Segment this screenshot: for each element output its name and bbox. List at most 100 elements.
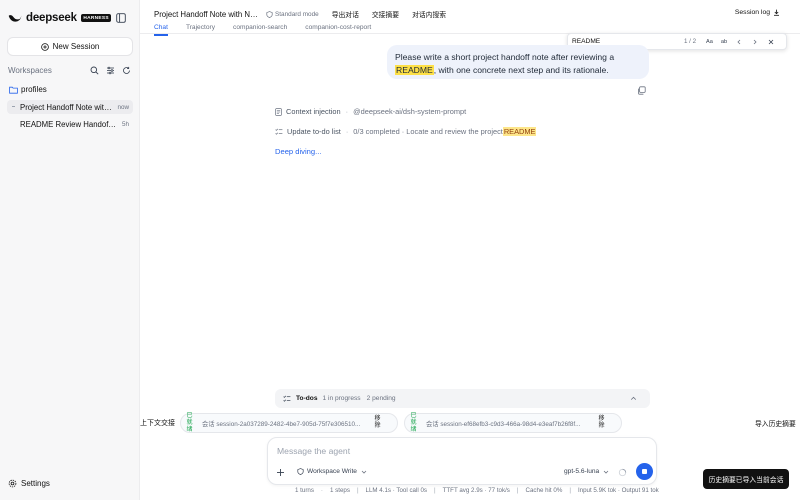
search-highlight: README [395,64,434,75]
model-select[interactable]: gpt-5.6-luna [564,468,609,475]
tool-call-context-injection[interactable]: Context injection · @deepseek-ai/dsh-sys… [275,106,466,117]
search-highlight: README [502,127,537,136]
folder-label: profiles [21,85,47,94]
sidebar-toggle-icon[interactable] [115,12,127,24]
find-input[interactable] [572,38,676,45]
chip-session-name: 会话 session-2a037289-2482-4be7-905d-75f7e… [202,420,361,428]
session-log-label: Session log [734,9,770,16]
session-name: Project Handoff Note with Ne... [20,102,113,112]
session-name: README Review Handoff Note [20,119,118,129]
search-in-chat-link[interactable]: 对话内搜索 [412,9,446,19]
status-bar: 1 turns · 1 steps | LLM 4.1s · Tool call… [295,487,659,494]
chip-status: 已就绪 [410,412,417,433]
chip-remove-button[interactable]: 移除 [597,416,606,431]
stop-button[interactable] [636,463,653,480]
download-icon [773,9,780,16]
plus-icon[interactable] [276,468,285,477]
status-ttft: TTFT avg 2.9s · 77 tok/s [442,487,510,494]
session-time: now [117,103,129,111]
folder-icon [9,86,18,94]
mode-label: Standard mode [275,10,319,18]
shield-icon [266,10,273,18]
tab-bar: Chat Trajectory companion-search compani… [154,24,371,36]
new-session-label: New Session [52,42,100,51]
status-cache: Cache hit 0% [525,487,563,494]
handoff-summary-link[interactable]: 交接摘要 [372,9,399,19]
refresh-icon[interactable] [121,66,131,76]
page-title: Project Handoff Note with Nex... [154,9,260,19]
settings-button[interactable]: Settings [8,479,50,488]
loading-spinner-icon [618,468,627,477]
model-label: gpt-5.6-luna [564,468,600,475]
checklist-icon [283,395,291,403]
message-text: Please write a short project handoff not… [395,52,615,62]
search-icon[interactable] [89,66,99,76]
chevron-up-icon[interactable] [630,395,637,402]
chip-remove-button[interactable]: 移除 [373,416,382,431]
brand-badge: HARNESS [80,14,112,22]
message-text-end: , with one concrete next step and its ra… [433,64,609,75]
context-session-chip: 已就绪 会话 session-2a037289-2482-4be7-905d-7… [180,413,398,433]
new-session-button[interactable]: New Session [7,37,133,56]
toast-notification: 历史摘要已导入当前会话 [703,469,789,489]
tool-call-meta: 0/3 completed · Locate and review the pr… [353,127,503,136]
filter-icon[interactable] [105,66,115,76]
todos-bar[interactable]: To-dos 1 in progress 2 pending [275,389,650,408]
tab-companion-search[interactable]: companion-search [233,24,287,34]
settings-label: Settings [21,479,50,488]
plus-circle-icon [40,42,49,51]
workspace-folder-profiles[interactable]: profiles [9,84,47,95]
previous-match-icon[interactable] [735,38,743,46]
stop-icon [642,469,647,474]
status-turns: 1 turns [295,487,314,494]
deepseek-whale-icon [8,15,22,22]
tab-companion-cost-report[interactable]: companion-cost-report [305,24,371,34]
thinking-status: Deep diving... [275,147,322,156]
sidebar: deepseek HARNESS New Session Workspaces [0,0,140,500]
message-input[interactable]: Message the agent [277,446,350,456]
export-chat-link[interactable]: 导出对话 [332,9,359,19]
chip-status: 已就绪 [186,412,193,433]
document-icon [275,107,282,116]
copy-icon[interactable] [637,86,646,95]
brand-logo[interactable]: deepseek HARNESS [8,10,131,26]
import-summary-button[interactable]: 导入历史摘要 [755,418,796,428]
tool-call-label: Update to-do list [287,127,341,136]
session-item[interactable]: README Review Handoff Note 5h [7,117,133,131]
context-handoff-label: 上下文交接 [140,420,175,427]
todos-pending: 2 pending [366,395,396,402]
workspaces-header: Workspaces [8,65,131,76]
todos-label: To-dos [296,395,318,402]
find-count: 1 / 2 [684,38,697,45]
session-item[interactable]: Project Handoff Note with Ne... now [7,100,133,114]
checklist-icon [275,128,283,136]
status-steps: 1 steps [329,487,350,494]
message-composer: Message the agent Workspace Write gpt-5.… [267,437,657,485]
close-icon[interactable] [767,38,775,46]
workspace-mode-select[interactable]: Workspace Write [297,468,370,475]
session-time: 5h [121,120,129,128]
status-tokens: Input 5.9K tok · Output 91 tok [577,487,659,494]
workspace-mode-label: Workspace Write [307,468,357,475]
tab-chat[interactable]: Chat [154,24,168,36]
todos-in-progress: 1 in progress [322,395,361,402]
session-log-button[interactable]: Session log [735,9,780,16]
next-match-icon[interactable] [751,38,759,46]
tool-call-update-todo[interactable]: Update to-do list · 0/3 completed · Loca… [275,126,537,137]
status-llm: LLM 4.1s · Tool call 0s [365,487,427,494]
gear-icon [8,479,17,488]
match-case-button[interactable]: Aa [706,39,713,45]
workspaces-label: Workspaces [8,66,52,75]
mode-indicator[interactable]: Standard mode [266,11,319,18]
chip-session-name: 会话 session-ef68efb3-c9d3-466a-98d4-e3eaf… [426,420,581,428]
tool-call-meta: @deepseek-ai/dsh-system-prompt [353,107,467,116]
tab-trajectory[interactable]: Trajectory [186,24,215,34]
tool-call-label: Context injection [286,107,341,116]
context-session-chip: 已就绪 会话 session-ef68efb3-c9d3-466a-98d4-e… [404,413,622,433]
whole-word-button[interactable]: ab [721,39,727,45]
chevron-down-icon [603,469,609,475]
user-message: Please write a short project handoff not… [387,45,649,79]
shield-icon [297,468,304,475]
chevron-down-icon [361,469,367,475]
top-header: Project Handoff Note with Nex... Standar… [140,0,800,36]
